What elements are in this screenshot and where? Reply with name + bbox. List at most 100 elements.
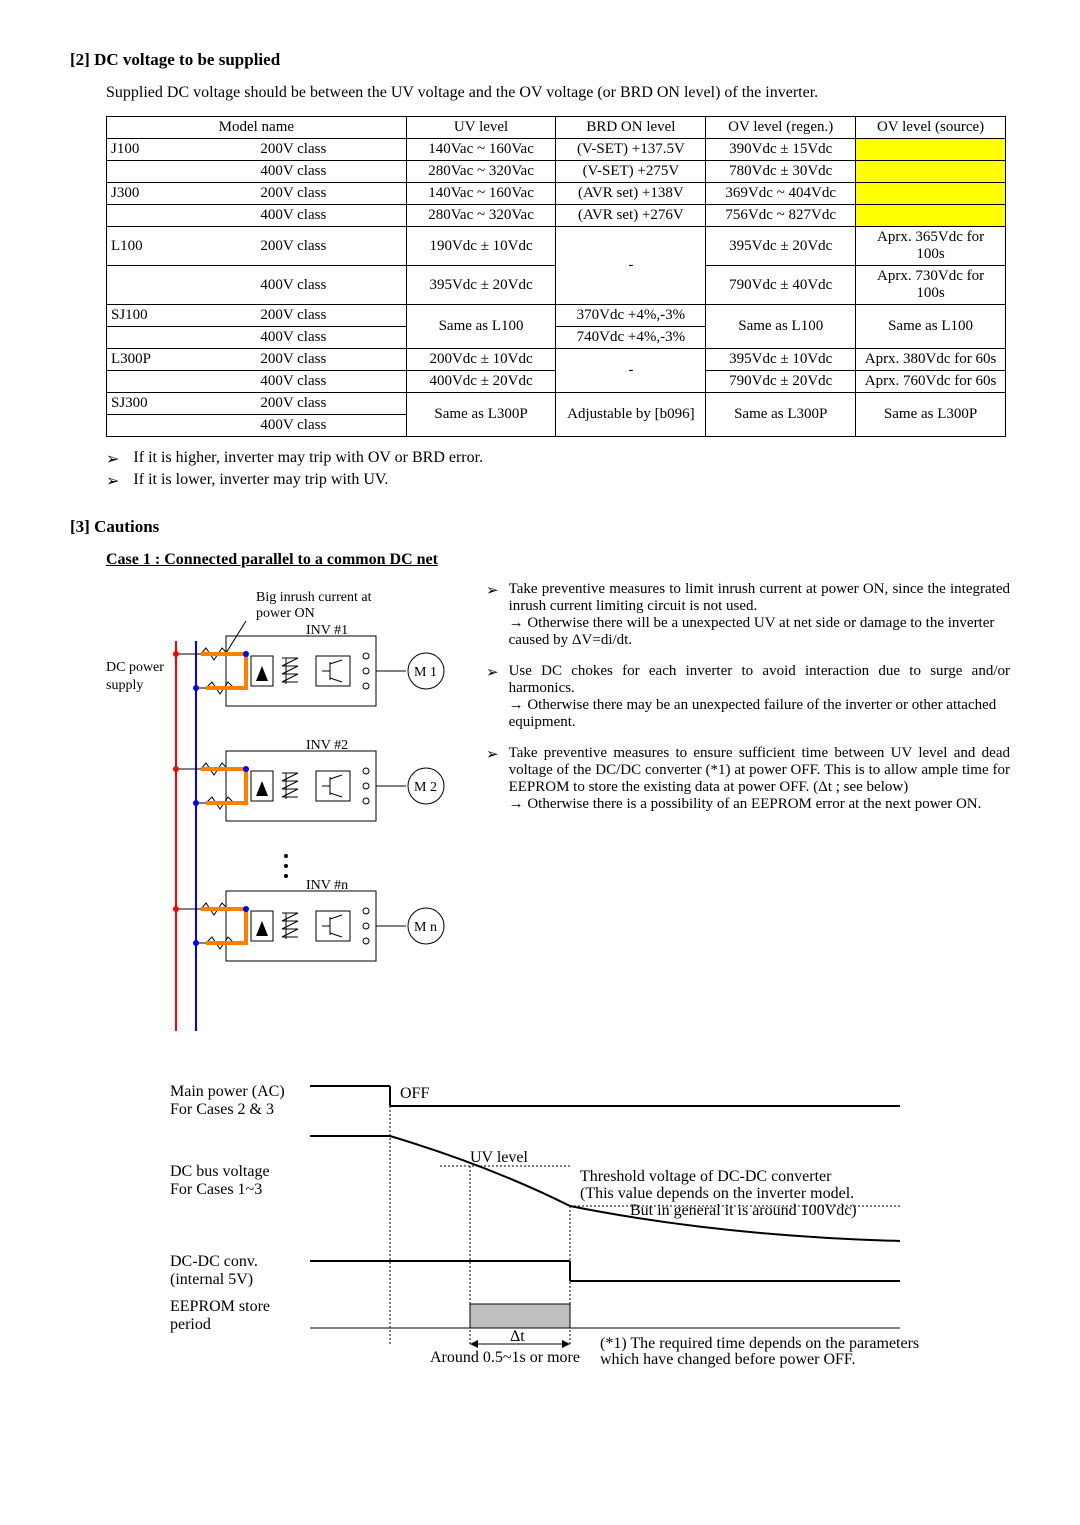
svg-text:Threshold voltage of DC-DC con: Threshold voltage of DC-DC converter	[580, 1168, 832, 1185]
svg-text:Main power (AC): Main power (AC)	[170, 1083, 285, 1100]
cell-uv: 400Vdc ± 20Vdc	[406, 371, 556, 393]
cell-model: L100	[107, 227, 257, 266]
cell-class: 400V class	[256, 415, 406, 437]
svg-text:power ON: power ON	[256, 606, 315, 621]
cell-model	[107, 371, 257, 393]
cell-ovr: 790Vdc ± 20Vdc	[706, 371, 856, 393]
cell-brd: (V-SET) +137.5V	[556, 139, 706, 161]
cell-brd: -	[556, 227, 706, 305]
section2-intro: Supplied DC voltage should be between th…	[106, 84, 1010, 102]
cell-ovs: Aprx. 730Vdc for 100s	[856, 266, 1006, 305]
svg-text:Δt: Δt	[510, 1328, 525, 1345]
cell-ovr: 369Vdc ~ 404Vdc	[706, 183, 856, 205]
cell-ovr: 780Vdc ± 30Vdc	[706, 161, 856, 183]
cell-ovs: Aprx. 760Vdc for 60s	[856, 371, 1006, 393]
svg-text:M 2: M 2	[414, 780, 437, 795]
svg-text:DC-DC conv.: DC-DC conv.	[170, 1253, 258, 1270]
cell-class: 200V class	[256, 393, 406, 415]
svg-text:OFF: OFF	[400, 1085, 429, 1102]
cell-ovr: 395Vdc ± 10Vdc	[706, 349, 856, 371]
cell-uv: 200Vdc ± 10Vdc	[406, 349, 556, 371]
bullet-arrow-icon: ➢	[106, 471, 119, 491]
cell-class: 400V class	[256, 371, 406, 393]
cell-ovs	[856, 205, 1006, 227]
cell-uv: 140Vac ~ 160Vac	[406, 183, 556, 205]
cell-model	[107, 205, 257, 227]
svg-text:Around 0.5~1s or more: Around 0.5~1s or more	[430, 1349, 580, 1366]
th-model: Model name	[107, 117, 407, 139]
svg-text:DC powersupply: DC powersupply	[106, 660, 164, 693]
voltage-table: Model name UV level BRD ON level OV leve…	[106, 116, 1006, 437]
cell-class: 400V class	[256, 205, 406, 227]
cell-ovs: Same as L300P	[856, 393, 1006, 437]
cell-class: 200V class	[256, 305, 406, 327]
cell-brd: (AVR set) +138V	[556, 183, 706, 205]
cell-model: SJ300	[107, 393, 257, 415]
cell-class: 200V class	[256, 227, 406, 266]
note-sub: → Otherwise there is a possibility of an…	[509, 796, 1010, 813]
cell-uv: 140Vac ~ 160Vac	[406, 139, 556, 161]
cell-ovs: Aprx. 365Vdc for 100s	[856, 227, 1006, 266]
bullet-arrow-icon: ➢	[486, 581, 499, 649]
cell-brd: (AVR set) +276V	[556, 205, 706, 227]
svg-text:DC bus voltage: DC bus voltage	[170, 1163, 270, 1180]
svg-text:EEPROM store: EEPROM store	[170, 1298, 270, 1315]
cell-class: 200V class	[256, 139, 406, 161]
cell-ovs	[856, 183, 1006, 205]
cell-model	[107, 415, 257, 437]
svg-text:(*1) The required time depends: (*1) The required time depends on the pa…	[600, 1335, 919, 1352]
svg-text:which have changed before powe: which have changed before power OFF.	[600, 1351, 856, 1368]
cell-model: L300P	[107, 349, 257, 371]
cell-uv: 395Vdc ± 20Vdc	[406, 266, 556, 305]
note-main: Take preventive measures to ensure suffi…	[509, 745, 1010, 796]
th-ovs: OV level (source)	[856, 117, 1006, 139]
cell-class: 400V class	[256, 327, 406, 349]
cell-model	[107, 327, 257, 349]
note-main: Take preventive measures to limit inrush…	[509, 581, 1010, 615]
svg-text:(This value depends on the inv: (This value depends on the inverter mode…	[580, 1185, 854, 1202]
cell-brd: 740Vdc +4%,-3%	[556, 327, 706, 349]
cell-ovs: Aprx. 380Vdc for 60s	[856, 349, 1006, 371]
cell-brd: (V-SET) +275V	[556, 161, 706, 183]
cell-class: 400V class	[256, 161, 406, 183]
section2-title: [2] DC voltage to be supplied	[70, 50, 1010, 70]
svg-text:UV level: UV level	[470, 1149, 528, 1166]
cell-uv: 280Vac ~ 320Vac	[406, 161, 556, 183]
cell-ovr: 395Vdc ± 20Vdc	[706, 227, 856, 266]
svg-text:Big inrush current at: Big inrush current at	[256, 590, 372, 605]
th-ovr: OV level (regen.)	[706, 117, 856, 139]
th-uv: UV level	[406, 117, 556, 139]
cell-ovr: 390Vdc ± 15Vdc	[706, 139, 856, 161]
cell-uv: 280Vac ~ 320Vac	[406, 205, 556, 227]
cell-uv: 190Vdc ± 10Vdc	[406, 227, 556, 266]
cell-uv: Same as L100	[406, 305, 556, 349]
note-sub: → Otherwise there may be an unexpected f…	[509, 697, 1010, 731]
parallel-dc-diagram: Big inrush current at power ON DC powers…	[106, 581, 466, 1046]
cell-ovr: 756Vdc ~ 827Vdc	[706, 205, 856, 227]
svg-text:For Cases 2 & 3: For Cases 2 & 3	[170, 1101, 274, 1118]
svg-text:M n: M n	[414, 920, 437, 935]
cell-model	[107, 161, 257, 183]
svg-text:(internal 5V): (internal 5V)	[170, 1271, 253, 1288]
case1-title: Case 1 : Connected parallel to a common …	[106, 551, 1010, 569]
cell-model: J100	[107, 139, 257, 161]
cell-class: 200V class	[256, 349, 406, 371]
note-sub: → Otherwise there will be a unexpected U…	[509, 615, 1010, 649]
timing-diagram: Main power (AC) For Cases 2 & 3 OFF DC b…	[170, 1076, 970, 1381]
svg-text:For Cases 1~3: For Cases 1~3	[170, 1181, 262, 1198]
cell-uv: Same as L300P	[406, 393, 556, 437]
bullet-arrow-icon: ➢	[486, 663, 499, 731]
th-brd: BRD ON level	[556, 117, 706, 139]
cell-ovs	[856, 139, 1006, 161]
section3-title: [3] Cautions	[70, 517, 1010, 537]
bullet-text: If it is lower, inverter may trip with U…	[133, 471, 388, 491]
svg-text:But in general it is around 10: But in general it is around 100Vdc)	[630, 1202, 857, 1219]
cell-brd: -	[556, 349, 706, 393]
cell-class: 400V class	[256, 266, 406, 305]
cell-class: 200V class	[256, 183, 406, 205]
svg-text:period: period	[170, 1316, 211, 1333]
cell-brd: Adjustable by [b096]	[556, 393, 706, 437]
cell-ovr: 790Vdc ± 40Vdc	[706, 266, 856, 305]
cell-brd: 370Vdc +4%,-3%	[556, 305, 706, 327]
cell-ovs	[856, 161, 1006, 183]
